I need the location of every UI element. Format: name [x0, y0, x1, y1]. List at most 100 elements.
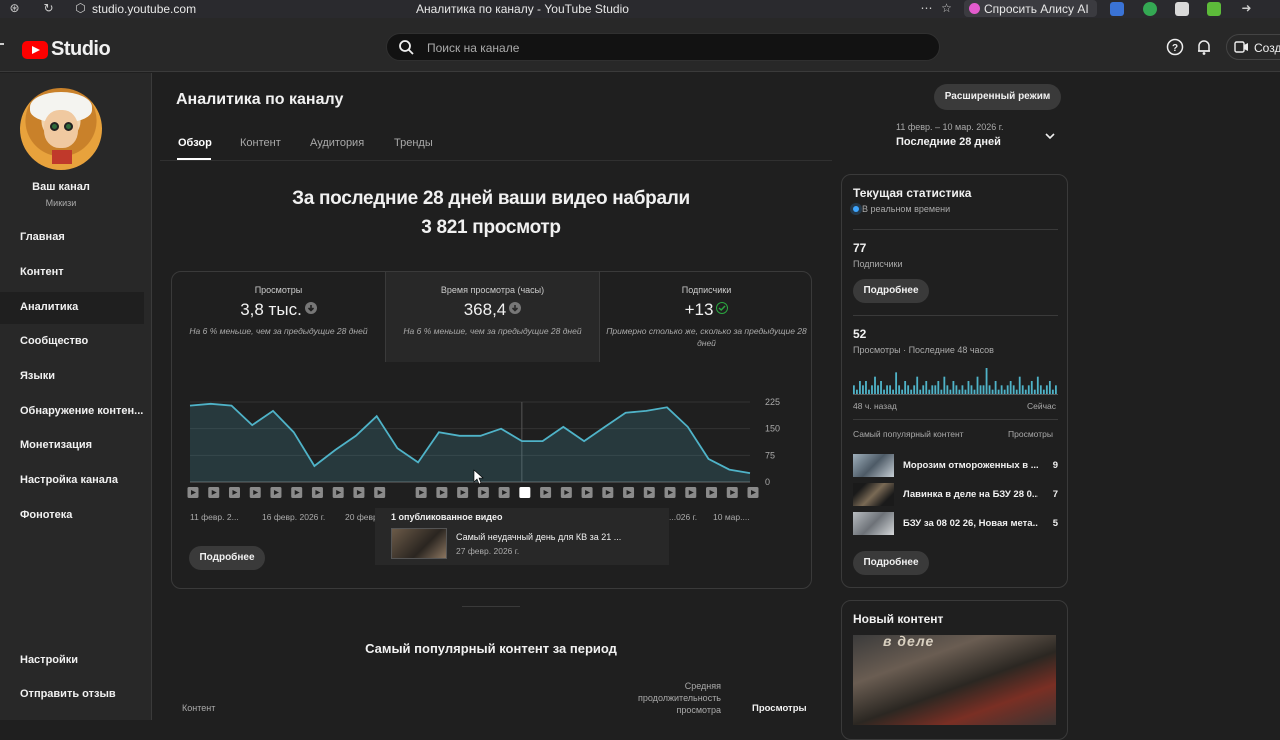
more-icon[interactable]: ⋯: [920, 2, 933, 15]
views-bar: [988, 385, 991, 394]
sidebar-item-monetization[interactable]: Монетизация: [0, 430, 144, 462]
metric-views[interactable]: Просмотры 3,8 тыс. На 6 % меньше, чем за…: [172, 272, 385, 362]
translate-extension-icon[interactable]: [1110, 2, 1124, 16]
overview-card: Просмотры 3,8 тыс. На 6 % меньше, чем за…: [171, 271, 812, 589]
views-bar: [925, 381, 928, 394]
views-bar: [1003, 389, 1006, 394]
views-48h-chart[interactable]: [853, 365, 1058, 395]
date-period[interactable]: Последние 28 дней: [896, 136, 1001, 148]
top-app-bar: Studio Поиск на канале ? Созда: [0, 18, 1280, 72]
popular-more-button[interactable]: Подробнее: [853, 551, 929, 575]
address-bar[interactable]: studio.youtube.com: [92, 2, 196, 16]
popular-item[interactable]: БЗУ за 08 02 26, Новая мета... 5: [853, 512, 1058, 536]
channel-name: Ваш канал: [32, 181, 90, 193]
search-input[interactable]: Поиск на канале: [427, 41, 519, 55]
views-bar: [973, 389, 976, 394]
tab-content[interactable]: Контент: [240, 137, 281, 149]
metric-watch-time[interactable]: Время просмотра (часы) 368,4 На 6 % мень…: [386, 272, 599, 362]
views-bar: [877, 385, 879, 394]
views-bar: [997, 389, 1000, 394]
down-arrow-icon: [509, 302, 522, 314]
views-bar: [940, 389, 943, 394]
views-bar: [967, 381, 970, 394]
column-views[interactable]: Просмотры: [752, 703, 807, 714]
notifications-icon[interactable]: [1195, 38, 1213, 56]
new-content-thumbnail[interactable]: в деле: [853, 633, 1056, 725]
check-circle-icon: [716, 302, 729, 314]
views-bar: [970, 385, 973, 394]
popular-item[interactable]: Морозим отмороженных в ... 9: [853, 454, 1058, 478]
views-bar: [898, 385, 901, 394]
youtube-logo-icon: [22, 40, 48, 59]
views-bar: [868, 389, 870, 394]
sidebar-item-content[interactable]: Контент: [0, 257, 144, 289]
views-bar: [958, 389, 961, 394]
y-tick-label: 75: [765, 450, 775, 460]
views-bar: [880, 381, 882, 394]
advanced-mode-button[interactable]: Расширенный режим: [934, 84, 1061, 110]
extension-icon[interactable]: [1175, 2, 1189, 16]
sidebar-item-settings[interactable]: Настройки: [0, 645, 144, 677]
sidebar-item-customization[interactable]: Настройка канала: [0, 465, 144, 497]
subscribers-label: Подписчики: [853, 259, 903, 269]
download-extension-icon[interactable]: [1207, 2, 1221, 16]
views-bar: [949, 389, 952, 394]
views-bar: [889, 385, 891, 394]
reload-icon[interactable]: ↻: [42, 2, 55, 15]
views-bar: [946, 385, 949, 394]
down-arrow-icon: [304, 302, 317, 314]
site-info-icon[interactable]: ⬡: [74, 2, 87, 15]
shield-extension-icon[interactable]: [1143, 2, 1157, 16]
views-bar: [1039, 385, 1042, 394]
tab-title: Аналитика по каналу - YouTube Studio: [416, 2, 629, 16]
metric-subscribers[interactable]: Подписчики +13 Примерно столько же, скол…: [600, 272, 811, 362]
views-bar: [1033, 389, 1036, 394]
channel-avatar[interactable]: [20, 88, 102, 170]
views-bar: [907, 385, 910, 394]
views-bar: [952, 381, 955, 394]
tab-overview[interactable]: Обзор: [178, 137, 212, 149]
bookmark-icon[interactable]: ☆: [940, 2, 953, 15]
studio-logo[interactable]: Studio: [22, 38, 111, 61]
views-bar: [1054, 385, 1057, 394]
tooltip-video-date: 27 февр. 2026 г.: [456, 546, 520, 556]
views-bar: [922, 385, 925, 394]
views-bar: [1030, 381, 1033, 394]
camera-plus-icon: [1234, 41, 1248, 53]
views-bar: [1006, 385, 1009, 394]
live-dot-icon: [853, 206, 859, 212]
views-bar: [1042, 389, 1045, 394]
chevron-down-icon[interactable]: [1044, 130, 1056, 142]
tab-trends[interactable]: Тренды: [394, 137, 433, 149]
ask-alice-button[interactable]: Спросить Алису AI: [964, 0, 1097, 17]
sidebar-item-feedback[interactable]: Отправить отзыв: [0, 679, 144, 711]
sidebar-item-audio-library[interactable]: Фонотека: [0, 500, 144, 532]
column-content: Контент: [182, 703, 216, 713]
subscribers-more-button[interactable]: Подробнее: [853, 279, 929, 303]
sidebar-item-analytics[interactable]: Аналитика: [0, 292, 144, 324]
date-range[interactable]: 11 февр. – 10 мар. 2026 г.: [896, 122, 1003, 132]
tab-audience[interactable]: Аудитория: [310, 137, 364, 149]
realtime-label: В реальном времени: [862, 204, 951, 214]
popular-item[interactable]: Лавинка в деле на БЗУ 28 0... 7: [853, 483, 1058, 507]
channel-handle: Микизи: [45, 198, 77, 208]
views-48h-value: 52: [853, 327, 867, 341]
create-button[interactable]: Созда: [1226, 34, 1280, 60]
views-bar: [904, 381, 907, 394]
forward-icon[interactable]: ➜: [1240, 2, 1253, 15]
video-thumbnail[interactable]: [391, 528, 447, 559]
tooltip-video-title[interactable]: Самый неудачный день для КВ за 21 ...: [456, 532, 621, 542]
sidebar-item-discovery[interactable]: Обнаружение контен...: [0, 396, 144, 428]
see-more-button[interactable]: Подробнее: [189, 546, 265, 570]
sidebar-item-home[interactable]: Главная: [0, 222, 144, 254]
page-title: Аналитика по каналу: [176, 91, 344, 108]
column-avg-duration[interactable]: Средняя продолжительность просмотра: [610, 680, 721, 716]
sidebar-item-community[interactable]: Сообщество: [0, 326, 144, 358]
channel-search[interactable]: Поиск на канале: [386, 33, 940, 61]
sidebar-item-languages[interactable]: Языки: [0, 361, 144, 393]
views-bar: [865, 381, 867, 394]
popular-content-heading: Самый популярный контент за период: [365, 641, 617, 656]
menu-icon[interactable]: [0, 43, 4, 45]
shield-icon[interactable]: ⊛: [8, 2, 21, 15]
help-icon[interactable]: ?: [1166, 38, 1184, 56]
